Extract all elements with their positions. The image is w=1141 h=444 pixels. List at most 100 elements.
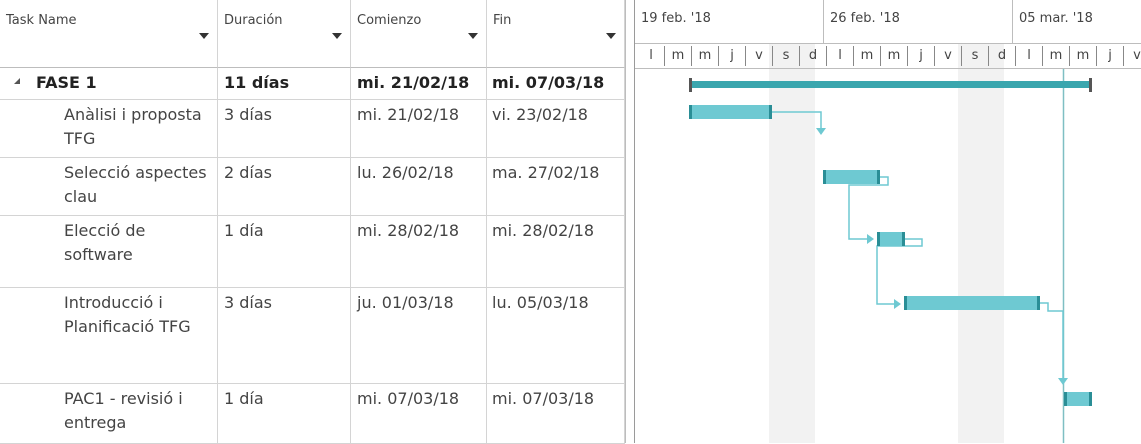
day-label: m bbox=[672, 48, 685, 63]
task-row-summary[interactable]: FASE 1 11 días mi. 21/02/18 mi. 07/03/18 bbox=[0, 68, 625, 100]
task-bar[interactable] bbox=[877, 232, 905, 246]
start-cell[interactable]: mi. 21/02/18 bbox=[351, 100, 487, 157]
link-arrow-icon bbox=[894, 299, 901, 309]
task-bar-edge bbox=[1089, 392, 1092, 406]
task-row[interactable]: PAC1 - revisió i entrega 1 día mi. 07/03… bbox=[0, 384, 625, 444]
task-name-cell[interactable]: FASE 1 bbox=[0, 68, 218, 99]
summary-bar[interactable] bbox=[689, 81, 1092, 88]
weekend-shade bbox=[769, 44, 815, 443]
link-arrow-icon bbox=[1058, 378, 1068, 385]
task-row[interactable]: Anàlisi i proposta TFG 3 días mi. 21/02/… bbox=[0, 100, 625, 158]
task-grid: Task Name Duración Comienzo Fin FASE 1 1… bbox=[0, 0, 625, 444]
dropdown-arrow-icon[interactable] bbox=[332, 33, 342, 39]
finish-cell[interactable]: mi. 07/03/18 bbox=[487, 384, 625, 443]
day-label: l bbox=[649, 48, 653, 63]
collapse-triangle-icon[interactable] bbox=[14, 78, 20, 84]
summary-bar-cap bbox=[1089, 78, 1092, 92]
dropdown-arrow-icon[interactable] bbox=[199, 33, 209, 39]
day-label: v bbox=[755, 48, 763, 63]
task-name: Selecció aspectes clau bbox=[64, 163, 207, 206]
link-arrow-icon bbox=[816, 128, 826, 135]
duration-cell[interactable]: 1 día bbox=[218, 384, 351, 443]
dropdown-arrow-icon[interactable] bbox=[606, 33, 616, 39]
day-label: l bbox=[1027, 48, 1031, 63]
column-header-label: Fin bbox=[493, 13, 512, 28]
day-label: m bbox=[1077, 48, 1090, 63]
pane-splitter[interactable] bbox=[625, 0, 635, 443]
task-bar-edge bbox=[769, 105, 772, 119]
column-header-start[interactable]: Comienzo bbox=[351, 0, 487, 68]
task-name-cell[interactable]: Elecció de software bbox=[0, 216, 218, 287]
gantt-svg: 19 feb. '18 26 feb. '18 05 mar. '18 lmmj… bbox=[635, 0, 1141, 443]
weekend-shade bbox=[958, 44, 1004, 443]
summary-bar-cap bbox=[689, 78, 692, 92]
week-label: 26 feb. '18 bbox=[830, 11, 900, 26]
duration-cell[interactable]: 3 días bbox=[218, 288, 351, 383]
start-cell[interactable]: mi. 28/02/18 bbox=[351, 216, 487, 287]
task-name-cell[interactable]: PAC1 - revisió i entrega bbox=[0, 384, 218, 443]
dependency-link bbox=[1040, 302, 1064, 380]
finish-cell[interactable]: ma. 27/02/18 bbox=[487, 158, 625, 215]
finish-cell[interactable]: vi. 23/02/18 bbox=[487, 100, 625, 157]
day-label: m bbox=[888, 48, 901, 63]
day-label: v bbox=[1133, 48, 1141, 63]
duration-cell[interactable]: 11 días bbox=[218, 68, 351, 99]
week-label: 05 mar. '18 bbox=[1019, 11, 1093, 26]
task-bar-edge bbox=[823, 170, 826, 184]
task-bar[interactable] bbox=[1064, 392, 1092, 406]
duration-cell[interactable]: 2 días bbox=[218, 158, 351, 215]
task-row[interactable]: Selecció aspectes clau 2 días lu. 26/02/… bbox=[0, 158, 625, 216]
dependency-link bbox=[848, 176, 889, 240]
day-label: s bbox=[783, 48, 790, 63]
task-bar[interactable] bbox=[689, 105, 772, 119]
column-header-finish[interactable]: Fin bbox=[487, 0, 625, 68]
task-name-cell[interactable]: Introducció i Planificació TFG bbox=[0, 288, 218, 383]
week-label: 19 feb. '18 bbox=[641, 11, 711, 26]
task-name: Elecció de software bbox=[64, 221, 146, 264]
day-label: v bbox=[944, 48, 952, 63]
day-label: m bbox=[861, 48, 874, 63]
day-label: s bbox=[972, 48, 979, 63]
day-label: m bbox=[1050, 48, 1063, 63]
duration-cell[interactable]: 1 día bbox=[218, 216, 351, 287]
task-name: Introducció i Planificació TFG bbox=[64, 293, 191, 336]
column-header-task-name[interactable]: Task Name bbox=[0, 0, 218, 68]
start-cell[interactable]: mi. 07/03/18 bbox=[351, 384, 487, 443]
task-name-cell[interactable]: Anàlisi i proposta TFG bbox=[0, 100, 218, 157]
day-labels: lmmjvsdlmmjvsdlmmjv bbox=[649, 46, 1141, 66]
day-label: m bbox=[699, 48, 712, 63]
task-bar[interactable] bbox=[823, 170, 880, 184]
column-header-label: Comienzo bbox=[357, 13, 422, 28]
task-bar-edge bbox=[904, 296, 907, 310]
task-bar-edge bbox=[877, 170, 880, 184]
duration-cell[interactable]: 3 días bbox=[218, 100, 351, 157]
task-bar-edge bbox=[689, 105, 692, 119]
finish-cell[interactable]: mi. 07/03/18 bbox=[487, 68, 625, 99]
day-label: j bbox=[1107, 48, 1112, 63]
task-bar-edge bbox=[1064, 392, 1067, 406]
dependency-link bbox=[876, 238, 923, 305]
column-header-duration[interactable]: Duración bbox=[218, 0, 351, 68]
day-label: j bbox=[918, 48, 923, 63]
task-bar[interactable] bbox=[904, 296, 1040, 310]
finish-cell[interactable]: mi. 28/02/18 bbox=[487, 216, 625, 287]
day-label: d bbox=[809, 48, 817, 63]
gantt-chart: 19 feb. '18 26 feb. '18 05 mar. '18 lmmj… bbox=[635, 0, 1141, 443]
task-bar-edge bbox=[877, 232, 880, 246]
task-row[interactable]: Introducció i Planificació TFG 3 días ju… bbox=[0, 288, 625, 384]
finish-cell[interactable]: lu. 05/03/18 bbox=[487, 288, 625, 383]
task-name: PAC1 - revisió i entrega bbox=[64, 389, 183, 432]
day-label: l bbox=[838, 48, 842, 63]
start-cell[interactable]: ju. 01/03/18 bbox=[351, 288, 487, 383]
day-label: j bbox=[729, 48, 734, 63]
task-name-cell[interactable]: Selecció aspectes clau bbox=[0, 158, 218, 215]
day-label: d bbox=[998, 48, 1006, 63]
column-header-label: Duración bbox=[224, 13, 283, 28]
task-row[interactable]: Elecció de software 1 día mi. 28/02/18 m… bbox=[0, 216, 625, 288]
task-bar-edge bbox=[902, 232, 905, 246]
column-header-label: Task Name bbox=[6, 13, 77, 28]
dropdown-arrow-icon[interactable] bbox=[468, 33, 478, 39]
task-name: FASE 1 bbox=[36, 73, 97, 92]
start-cell[interactable]: mi. 21/02/18 bbox=[351, 68, 487, 99]
start-cell[interactable]: lu. 26/02/18 bbox=[351, 158, 487, 215]
